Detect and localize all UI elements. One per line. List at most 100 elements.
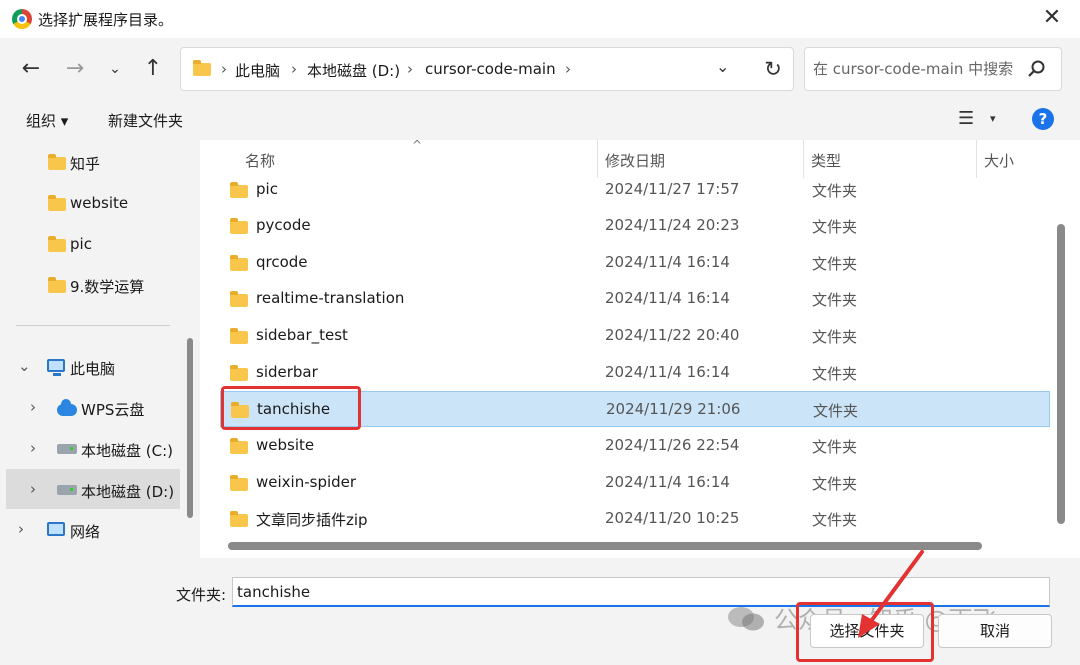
chevron-right-icon: › [221,60,227,78]
chevron-down-icon[interactable]: ⌄ [18,357,31,375]
sidebar-divider [16,325,170,326]
view-dropdown-icon[interactable]: ▾ [990,112,996,125]
file-modified: 2024/11/27 17:57 [605,180,740,198]
folder-icon [230,475,248,491]
computer-icon [47,359,65,376]
search-icon[interactable] [1027,59,1047,79]
sidebar-item-network[interactable]: › 网络 [0,511,180,549]
folder-icon [48,277,66,293]
chevron-right-icon: › [291,60,297,78]
folder-icon [193,60,211,76]
folder-icon [230,182,248,198]
up-button[interactable]: ↑ [138,55,168,85]
chevron-right-icon[interactable]: › [18,520,24,538]
folder-icon [230,291,248,307]
column-header-name[interactable]: 名称 [245,150,275,171]
file-row[interactable]: 文章同步插件zip 2024/11/20 10:25 文件夹 [220,501,1050,537]
file-name: pic [256,180,278,198]
file-modified: 2024/11/26 22:54 [605,436,740,454]
sidebar-item-label: 网络 [70,523,101,541]
sidebar-item-math[interactable]: 9.数学运算 [0,266,180,304]
file-row[interactable]: pic 2024/11/27 17:57 文件夹 [220,172,1050,208]
search-box[interactable] [804,47,1062,91]
sidebar-item-wps-cloud[interactable]: › WPS云盘 [0,389,180,427]
cancel-button[interactable]: 取消 [938,614,1052,648]
refresh-button[interactable]: ↻ [760,55,786,83]
file-row[interactable]: pycode 2024/11/24 20:23 文件夹 [220,208,1050,244]
chrome-icon [12,9,32,29]
back-button[interactable]: ← [16,55,46,85]
new-folder-button[interactable]: 新建文件夹 [108,110,183,131]
sidebar-item-zhihu[interactable]: 知乎 [0,143,180,181]
folder-icon [230,255,248,271]
sidebar-item-this-pc[interactable]: ⌄ 此电脑 [0,348,180,386]
file-row[interactable]: qrcode 2024/11/4 16:14 文件夹 [220,245,1050,281]
sidebar-item-label: 知乎 [70,155,101,173]
file-type: 文件夹 [812,182,858,200]
file-name: 文章同步插件zip [256,511,368,529]
forward-button[interactable]: → [60,55,90,85]
cloud-icon [57,399,77,416]
column-header-type[interactable]: 类型 [811,150,841,171]
chevron-right-icon[interactable]: › [30,398,36,416]
sidebar-item-label: 此电脑 [70,360,116,378]
breadcrumb-drive-d[interactable]: 本地磁盘 (D:) [307,60,400,81]
file-row[interactable]: website 2024/11/26 22:54 文件夹 [220,428,1050,464]
file-name: realtime-translation [256,289,405,307]
network-icon [47,522,65,536]
sidebar-item-label: 9.数学运算 [70,278,145,296]
file-row[interactable]: weixin-spider 2024/11/4 16:14 文件夹 [220,465,1050,501]
annotation-arrow-icon [858,550,924,638]
search-input[interactable] [813,60,1023,78]
sidebar-item-label: 本地磁盘 (D:) [81,483,175,501]
wechat-icon [728,607,764,631]
chevron-right-icon: › [407,60,413,78]
file-type: 文件夹 [812,255,858,273]
chevron-right-icon: › [565,60,571,78]
address-bar[interactable]: › 此电脑 › 本地磁盘 (D:) › cursor-code-main › ⌄ [180,47,794,91]
file-type: 文件夹 [812,511,858,529]
sidebar-item-label: pic [70,235,92,253]
breadcrumb-cursor-code-main[interactable]: cursor-code-main [425,60,556,78]
file-row[interactable]: realtime-translation 2024/11/4 16:14 文件夹 [220,281,1050,317]
file-modified: 2024/11/22 20:40 [605,326,740,344]
file-name: weixin-spider [256,473,357,491]
column-header-size[interactable]: 大小 [984,150,1014,171]
file-modified: 2024/11/4 16:14 [605,473,730,491]
folder-icon [230,438,248,454]
sort-ascending-icon: ^ [412,138,423,152]
organize-menu-button[interactable]: 组织 ▾ [26,110,68,131]
view-options-icon[interactable]: ☰ [958,108,974,129]
file-row[interactable]: sidebar_test 2024/11/22 20:40 文件夹 [220,318,1050,354]
close-button[interactable]: ✕ [1034,4,1070,34]
file-modified: 2024/11/4 16:14 [605,289,730,307]
sidebar-scrollbar[interactable] [187,338,193,518]
breadcrumb-this-pc[interactable]: 此电脑 [235,60,280,81]
column-header-modified[interactable]: 修改日期 [605,150,665,171]
address-dropdown-icon[interactable]: ⌄ [716,57,729,76]
drive-icon [57,444,77,454]
file-type: 文件夹 [812,475,858,493]
drive-icon [57,485,77,495]
sidebar-item-drive-d[interactable]: › 本地磁盘 (D:) [0,471,180,509]
file-type: 文件夹 [812,218,858,236]
sidebar-item-label: website [70,194,129,212]
file-name: pycode [256,216,311,234]
file-type: 文件夹 [812,365,858,383]
file-modified: 2024/11/20 10:25 [605,509,740,527]
sidebar-item-pic[interactable]: pic [0,225,180,263]
file-name: website [256,436,315,454]
file-modified: 2024/11/24 20:23 [605,216,740,234]
sidebar-item-label: WPS云盘 [81,401,145,419]
chevron-right-icon[interactable]: › [30,439,36,457]
sidebar-item-website[interactable]: website [0,184,180,222]
window-title: 选择扩展程序目录。 [38,11,174,29]
sidebar-item-drive-c[interactable]: › 本地磁盘 (C:) [0,430,180,468]
sidebar-item-label: 本地磁盘 (C:) [81,442,173,460]
recent-locations-button[interactable]: ⌄ [100,55,130,85]
file-type: 文件夹 [812,438,858,456]
chevron-right-icon[interactable]: › [30,480,36,498]
help-icon[interactable]: ? [1032,108,1054,130]
file-name: qrcode [256,253,308,271]
vertical-scrollbar[interactable] [1057,224,1065,524]
